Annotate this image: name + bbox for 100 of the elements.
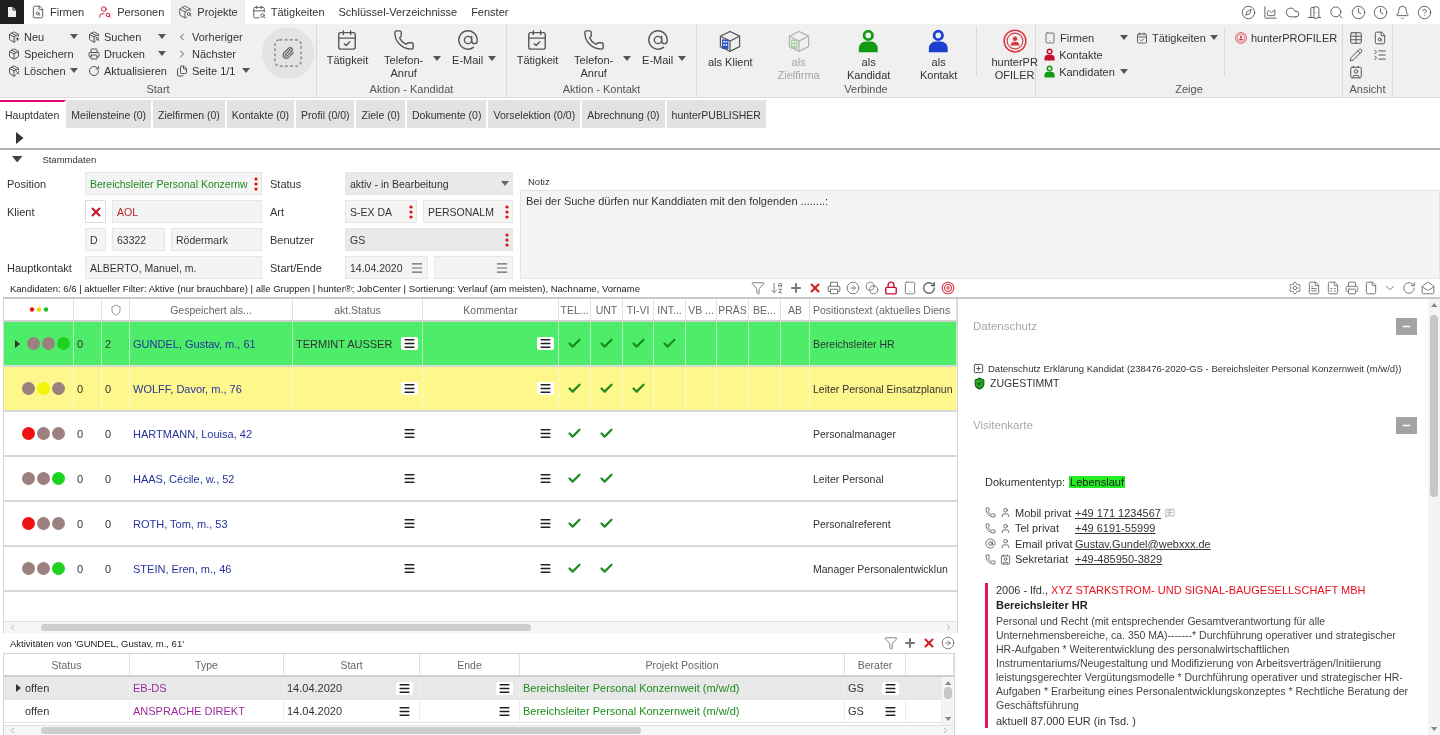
caret-icon[interactable] xyxy=(12,155,23,163)
ribbon-button[interactable]: Drucken xyxy=(86,45,168,62)
file-icon[interactable] xyxy=(1364,281,1378,295)
pencil-icon[interactable] xyxy=(1349,47,1363,62)
candidate-name[interactable]: STEIN, Eren, m., 46 xyxy=(133,562,232,575)
menu-button[interactable] xyxy=(396,704,413,718)
printer-icon[interactable] xyxy=(827,281,841,295)
bell-icon[interactable] xyxy=(1395,4,1410,20)
type-field[interactable]: PERSONALM xyxy=(423,200,513,223)
menu-icon[interactable] xyxy=(495,260,509,275)
plus-icon[interactable] xyxy=(789,281,803,295)
column-header[interactable]: Type xyxy=(195,658,218,671)
ribbon-button[interactable]: Firmen xyxy=(1042,29,1130,46)
table-row[interactable]: 0 0 WOLFF, Davor, m., 76 Leiter Personal Einsatzplanun xyxy=(4,367,957,412)
plus-icon[interactable] xyxy=(903,636,917,650)
zip-field[interactable]: 63322 xyxy=(112,228,165,251)
tab[interactable]: hunterPUBLISHER xyxy=(666,100,768,128)
menu-button[interactable] xyxy=(882,681,899,695)
tab[interactable]: Ziele (0) xyxy=(356,100,407,128)
menu-button[interactable] xyxy=(401,337,418,350)
ribbon-button[interactable]: Telefon-Anruf xyxy=(376,27,444,80)
tab[interactable]: Abrechnung (0) xyxy=(582,100,667,128)
filter-icon[interactable] xyxy=(884,636,898,650)
ribbon-button[interactable]: als Kandidat xyxy=(841,27,896,82)
column-header[interactable]: PRÄS xyxy=(718,303,747,316)
menu-button[interactable] xyxy=(537,517,554,530)
file-search-icon[interactable] xyxy=(1373,30,1387,45)
candidate-name[interactable]: ROTH, Tom, m., 53 xyxy=(133,517,228,530)
menu-button[interactable] xyxy=(537,382,554,395)
refresh-icon[interactable] xyxy=(922,281,936,295)
table-row[interactable]: 0 2 GUNDEL, Gustav, m., 61 TERMINT AUSSER Bereichsleiter HR xyxy=(4,322,957,367)
candidate-name[interactable]: GUNDEL, Gustav, m., 61 xyxy=(133,337,256,350)
logo-icon[interactable] xyxy=(0,0,24,24)
column-header[interactable]: Ende xyxy=(457,658,482,671)
menu-tab[interactable]: Projekte xyxy=(171,0,245,24)
column-header[interactable]: Positionstext (aktuelles Diens xyxy=(813,303,951,316)
menu-button[interactable] xyxy=(496,681,513,695)
client-field[interactable]: AOL xyxy=(112,200,262,223)
menu-button[interactable] xyxy=(537,337,554,350)
cloud-icon[interactable] xyxy=(1285,4,1300,20)
column-header[interactable]: TI-VI xyxy=(626,303,650,316)
table-row[interactable]: offen EB-DS 14.04.2020 Bereichsleiter Personal Konzernweit (m/w/d) GS xyxy=(4,677,942,700)
column-header[interactable]: Berater xyxy=(857,658,893,671)
column-header[interactable]: AB xyxy=(788,303,802,316)
contact-field[interactable]: ALBERTO, Manuel, m. xyxy=(85,256,262,279)
help-icon[interactable] xyxy=(1417,4,1432,20)
expand-icon[interactable] xyxy=(16,132,24,144)
scrollbar-thumb[interactable] xyxy=(41,727,641,734)
tab[interactable]: Vorselektion (0/0) xyxy=(488,100,583,128)
menu-button[interactable] xyxy=(401,517,418,530)
arrow-circle-icon[interactable] xyxy=(941,636,955,650)
column-header[interactable]: akt.Status xyxy=(334,303,381,316)
ribbon-button[interactable]: Telefon-Anruf xyxy=(566,27,634,80)
refresh-icon[interactable] xyxy=(1402,281,1416,295)
table-row[interactable]: offen ANSPRACHE DIREKT 14.04.2020 Bereichsleiter Personal Konzernweit (m/w/d) GS xyxy=(4,700,942,723)
ribbon-button[interactable]: Suchen xyxy=(86,28,168,45)
candidate-name[interactable]: HAAS, Cécile, w., 52 xyxy=(133,472,235,485)
contact-link[interactable]: Gustav.Gundel@webxxx.de xyxy=(1075,537,1211,550)
ribbon-button[interactable]: Neu xyxy=(6,28,80,45)
tab[interactable]: Kontakte (0) xyxy=(226,100,297,128)
column-header[interactable]: TEL... xyxy=(560,303,589,316)
collapse-button[interactable] xyxy=(1396,416,1417,434)
area-chart-icon[interactable] xyxy=(1263,4,1278,20)
country-field[interactable]: D xyxy=(85,228,106,251)
end-date-field[interactable] xyxy=(434,256,513,279)
menu-button[interactable] xyxy=(537,427,554,440)
menu-button[interactable] xyxy=(882,704,899,718)
column-header[interactable]: BE... xyxy=(753,303,776,316)
column-header[interactable]: Start xyxy=(340,658,363,671)
scrollbar-thumb[interactable] xyxy=(944,687,952,699)
spreadsheet-icon[interactable] xyxy=(1326,281,1340,295)
dots-menu-icon[interactable] xyxy=(505,204,509,219)
column-header[interactable]: Projekt Position xyxy=(645,658,719,671)
target-icon[interactable] xyxy=(941,281,955,295)
ribbon-button[interactable]: Löschen xyxy=(6,62,80,79)
column-header[interactable]: Status xyxy=(51,658,82,671)
dots-menu-icon[interactable] xyxy=(505,232,509,247)
collapse-button[interactable] xyxy=(1396,317,1417,335)
door-icon[interactable] xyxy=(1307,4,1322,20)
column-header[interactable]: Gespeichert als... xyxy=(170,303,252,316)
tab[interactable]: Dokumente (0) xyxy=(407,100,489,128)
scrollbar[interactable] xyxy=(942,677,954,725)
square-plus-icon[interactable] xyxy=(973,362,984,374)
ribbon-button[interactable]: Tätigkeit xyxy=(323,27,372,67)
printer-icon[interactable] xyxy=(1345,281,1359,295)
arrow-circle-icon[interactable] xyxy=(846,281,860,295)
dots-menu-icon[interactable] xyxy=(409,204,413,219)
column-header[interactable]: VB ... xyxy=(688,303,714,316)
menu-button[interactable] xyxy=(496,704,513,718)
ribbon-button[interactable]: E-Mail xyxy=(449,27,500,67)
scrollbar[interactable] xyxy=(4,621,957,633)
contact-link[interactable]: +49-485950-3829 xyxy=(1075,553,1163,566)
circles-icon[interactable] xyxy=(865,281,879,295)
compass-icon[interactable] xyxy=(1241,4,1256,20)
menu-icon[interactable] xyxy=(410,260,424,275)
column-header[interactable]: UNT xyxy=(595,303,618,316)
clock-icon[interactable] xyxy=(1351,4,1366,20)
cross-icon[interactable] xyxy=(922,636,936,650)
ribbon-button[interactable]: E-Mail xyxy=(639,27,690,67)
notes-field[interactable]: Bei der Suche dürfen nur Kanddiaten mit den folgenden ........: xyxy=(520,190,1440,279)
